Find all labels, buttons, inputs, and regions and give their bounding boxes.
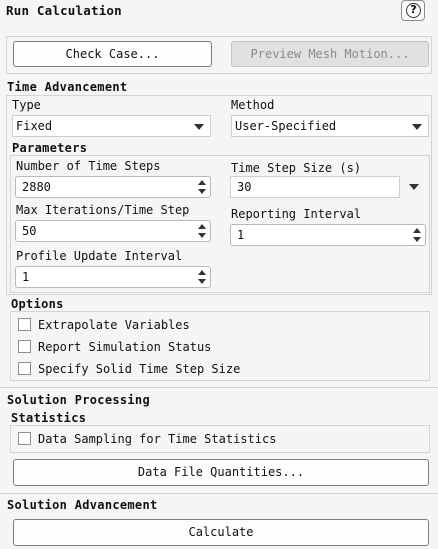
time-step-size-label: Time Step Size (s) <box>231 161 362 175</box>
section-divider <box>0 493 438 494</box>
method-value: User-Specified <box>235 119 337 133</box>
checkbox[interactable] <box>18 362 31 375</box>
time-step-size-input[interactable]: 30 <box>230 176 400 198</box>
method-label: Method <box>231 98 275 112</box>
num-time-steps-label: Number of Time Steps <box>16 159 161 173</box>
type-value: Fixed <box>16 119 53 133</box>
chevron-down-icon <box>412 124 422 130</box>
time-advancement-heading: Time Advancement <box>7 80 128 94</box>
method-dropdown[interactable]: User-Specified <box>231 115 429 137</box>
solution-processing-heading: Solution Processing <box>7 393 150 407</box>
options-heading: Options <box>11 297 64 311</box>
time-step-size-dropdown-icon[interactable] <box>409 184 419 190</box>
reporting-interval-spinner[interactable]: 1 <box>230 224 426 246</box>
spin-down-icon[interactable] <box>413 237 421 242</box>
data-file-quantities-button[interactable]: Data File Quantities... <box>13 459 429 486</box>
spin-down-icon[interactable] <box>198 279 206 284</box>
spin-up-icon[interactable] <box>198 270 206 275</box>
num-time-steps-spinner[interactable]: 2880 <box>15 176 211 198</box>
option-label: Data Sampling for Time Statistics <box>38 432 277 446</box>
report-simulation-status-option[interactable]: Report Simulation Status <box>18 339 318 357</box>
extrapolate-variables-option[interactable]: Extrapolate Variables <box>18 317 318 335</box>
preview-mesh-motion-button[interactable]: Preview Mesh Motion... <box>231 41 429 67</box>
num-time-steps-value: 2880 <box>22 180 51 194</box>
spin-down-icon[interactable] <box>198 233 206 238</box>
solution-advancement-heading: Solution Advancement <box>7 498 158 512</box>
max-iterations-value: 50 <box>22 224 37 238</box>
reporting-interval-label: Reporting Interval <box>231 207 362 221</box>
spin-up-icon[interactable] <box>198 224 206 229</box>
type-label: Type <box>12 98 41 112</box>
spin-up-icon[interactable] <box>413 228 421 233</box>
checkbox[interactable] <box>18 318 31 331</box>
option-label: Extrapolate Variables <box>38 318 190 332</box>
panel-title: Run Calculation <box>6 3 122 18</box>
profile-update-label: Profile Update Interval <box>16 249 183 263</box>
data-sampling-option[interactable]: Data Sampling for Time Statistics <box>18 431 318 449</box>
checkbox[interactable] <box>18 432 31 445</box>
time-step-size-value: 30 <box>237 180 252 194</box>
help-button[interactable]: ? <box>401 0 425 21</box>
max-iterations-spinner[interactable]: 50 <box>15 220 211 242</box>
chevron-down-icon <box>194 124 204 130</box>
option-label: Report Simulation Status <box>38 340 212 354</box>
parameters-heading: Parameters <box>12 141 88 155</box>
profile-update-spinner[interactable]: 1 <box>15 266 211 288</box>
check-case-button[interactable]: Check Case... <box>13 41 212 67</box>
max-iterations-label: Max Iterations/Time Step <box>16 203 190 217</box>
profile-update-value: 1 <box>22 270 30 284</box>
section-divider <box>0 387 438 388</box>
specify-solid-time-step-option[interactable]: Specify Solid Time Step Size <box>18 361 318 379</box>
statistics-heading: Statistics <box>11 411 87 425</box>
type-dropdown[interactable]: Fixed <box>12 115 211 137</box>
spin-down-icon[interactable] <box>198 189 206 194</box>
reporting-interval-value: 1 <box>237 228 245 242</box>
calculate-button[interactable]: Calculate <box>13 519 429 546</box>
option-label: Specify Solid Time Step Size <box>38 362 241 376</box>
checkbox[interactable] <box>18 340 31 353</box>
help-icon: ? <box>406 3 421 18</box>
spin-up-icon[interactable] <box>198 180 206 185</box>
